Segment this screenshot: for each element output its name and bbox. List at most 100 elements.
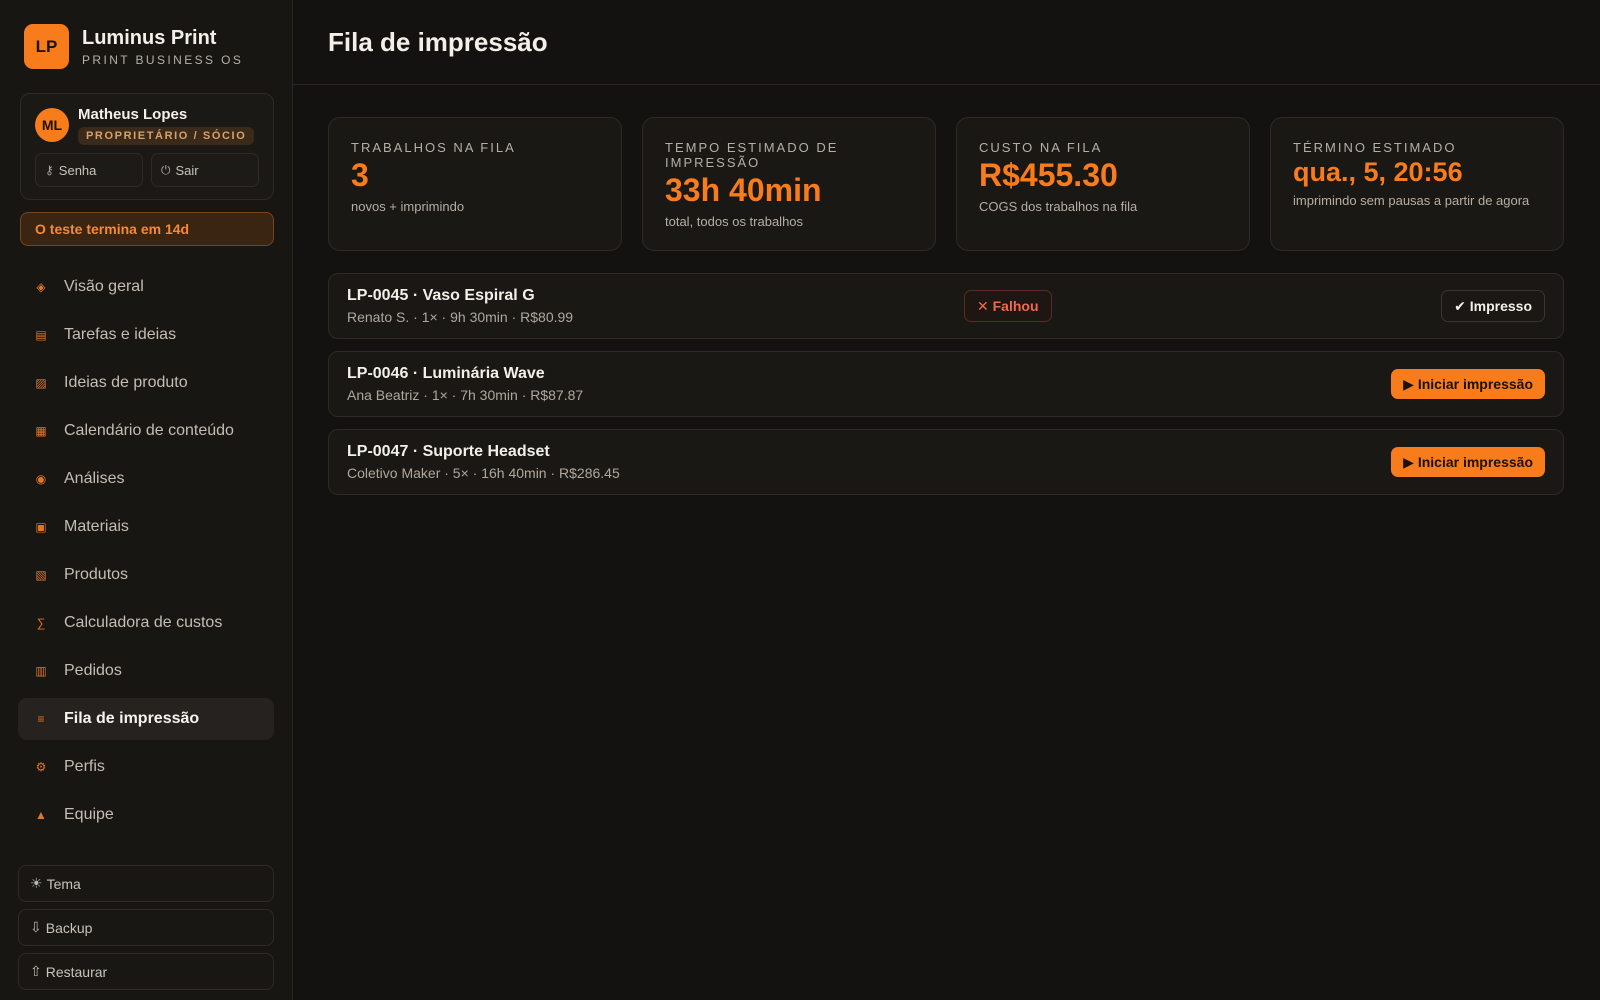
theme-button[interactable]: ☀ Tema bbox=[18, 865, 274, 902]
failed-status-badge[interactable]: ✕ Falhou bbox=[964, 290, 1052, 322]
sidebar-item-label: Perfis bbox=[64, 758, 105, 775]
job-info: LP-0045 · Vaso Espiral G Renato S. · 1× … bbox=[347, 287, 573, 325]
power-icon: ⏻ bbox=[161, 162, 171, 177]
key-icon: ⚷ bbox=[45, 163, 54, 177]
brand-name: Luminus Print bbox=[82, 26, 217, 49]
stat-label: TÉRMINO ESTIMADO bbox=[1293, 140, 1457, 155]
stat-value: qua., 5, 20:56 bbox=[1293, 157, 1463, 187]
brand-logo: LP bbox=[24, 24, 69, 69]
stat-card-cost: CUSTO NA FILA R$455.30 COGS dos trabalho… bbox=[956, 117, 1250, 251]
stat-card-finish: TÉRMINO ESTIMADO qua., 5, 20:56 imprimin… bbox=[1270, 117, 1564, 251]
logout-button[interactable]: ⏻ Sair bbox=[151, 153, 259, 187]
sidebar-item-label: Produtos bbox=[64, 566, 129, 583]
queue-icon: ≡ bbox=[37, 712, 45, 726]
user-info: Matheus Lopes PROPRIETÁRIO / SÓCIO bbox=[78, 106, 255, 145]
stat-value: 33h 40min bbox=[665, 172, 822, 208]
brand[interactable]: LP Luminus Print PRINT BUSINESS OS bbox=[24, 24, 274, 69]
download-icon: ⇩ bbox=[30, 919, 42, 935]
sidebar-item-calculadora[interactable]: ∑ Calculadora de custos bbox=[18, 602, 274, 644]
sidebar-item-label: Análises bbox=[64, 470, 125, 487]
job-info: LP-0046 · Luminária Wave Ana Beatriz · 1… bbox=[347, 365, 583, 403]
stat-card-time: TEMPO ESTIMADO DE IMPRESSÃO 33h 40min to… bbox=[642, 117, 936, 251]
stat-label: TRABALHOS NA FILA bbox=[351, 140, 516, 155]
job-meta: Renato S. · 1× · 9h 30min · R$80.99 bbox=[347, 309, 574, 325]
job-actions: ✔ Impresso bbox=[1441, 290, 1545, 322]
sidebar-item-label: Equipe bbox=[64, 806, 114, 823]
material-icon: ▣ bbox=[35, 520, 47, 534]
user-actions: ⚷ Senha ⏻ Sair bbox=[35, 153, 259, 187]
trial-banner[interactable]: O teste termina em 14d bbox=[20, 212, 274, 246]
job-actions: ▶ Iniciar impressão bbox=[1391, 369, 1545, 399]
sidebar-item-equipe[interactable]: ▲ Equipe bbox=[18, 794, 274, 836]
job-title: LP-0046 · Luminária Wave bbox=[347, 365, 545, 382]
sidebar-item-pedidos[interactable]: ▥ Pedidos bbox=[18, 650, 274, 692]
sidebar-item-label: Calendário de conteúdo bbox=[64, 422, 234, 439]
printed-button[interactable]: ✔ Impresso bbox=[1441, 290, 1545, 322]
job-meta: Coletivo Maker · 5× · 16h 40min · R$286.… bbox=[347, 465, 620, 481]
user-name: Matheus Lopes bbox=[78, 106, 188, 123]
upload-icon: ⇧ bbox=[30, 963, 42, 979]
stat-label: CUSTO NA FILA bbox=[979, 140, 1103, 155]
box-icon: ▧ bbox=[35, 568, 47, 582]
sidebar-item-materiais[interactable]: ▣ Materiais bbox=[18, 506, 274, 548]
stat-value: R$455.30 bbox=[979, 157, 1118, 193]
sidebar-item-label: Pedidos bbox=[64, 662, 122, 679]
sidebar-item-label: Calculadora de custos bbox=[64, 614, 223, 631]
job-title: LP-0047 · Suporte Headset bbox=[347, 443, 550, 460]
team-icon: ▲ bbox=[35, 808, 47, 822]
user-row: ML Matheus Lopes PROPRIETÁRIO / SÓCIO bbox=[35, 106, 259, 145]
gear-icon: ⚙ bbox=[35, 760, 47, 774]
sidebar-item-label: Visão geral bbox=[64, 278, 144, 295]
job-info: LP-0047 · Suporte Headset Coletivo Maker… bbox=[347, 443, 620, 481]
sidebar-item-visao-geral[interactable]: ◈ Visão geral bbox=[18, 266, 274, 308]
sidebar-item-tarefas[interactable]: ▤ Tarefas e ideias bbox=[18, 314, 274, 356]
page-title: Fila de impressão bbox=[328, 26, 548, 57]
backup-button[interactable]: ⇩ Backup bbox=[18, 909, 274, 946]
sidebar-item-perfis[interactable]: ⚙ Perfis bbox=[18, 746, 274, 788]
app-root: LP Luminus Print PRINT BUSINESS OS ML Ma… bbox=[0, 0, 1600, 1000]
sidebar-item-calendario[interactable]: ▦ Calendário de conteúdo bbox=[18, 410, 274, 452]
diamond-icon: ◈ bbox=[36, 280, 46, 294]
theme-button-label: Tema bbox=[46, 875, 81, 892]
sun-icon: ☀ bbox=[30, 875, 43, 891]
role-badge: PROPRIETÁRIO / SÓCIO bbox=[78, 127, 255, 145]
password-button[interactable]: ⚷ Senha bbox=[35, 153, 143, 187]
stat-subtext: imprimindo sem pausas a partir de agora bbox=[1293, 193, 1530, 208]
orders-icon: ▥ bbox=[35, 664, 47, 678]
sidebar-item-analises[interactable]: ◉ Análises bbox=[18, 458, 274, 500]
list-icon: ▤ bbox=[35, 328, 47, 342]
job-meta: Ana Beatriz · 1× · 7h 30min · R$87.87 bbox=[347, 387, 584, 403]
sidebar: LP Luminus Print PRINT BUSINESS OS ML Ma… bbox=[0, 0, 293, 1000]
job-row: LP-0047 · Suporte Headset Coletivo Maker… bbox=[328, 429, 1564, 495]
sidebar-nav: ◈ Visão geral ▤ Tarefas e ideias ▨ Ideia… bbox=[18, 266, 274, 836]
job-row: LP-0046 · Luminária Wave Ana Beatriz · 1… bbox=[328, 351, 1564, 417]
sidebar-item-label: Ideias de produto bbox=[64, 374, 188, 391]
backup-button-label: Backup bbox=[45, 919, 93, 936]
brand-subtitle: PRINT BUSINESS OS bbox=[82, 52, 244, 67]
user-card: ML Matheus Lopes PROPRIETÁRIO / SÓCIO ⚷ … bbox=[20, 93, 274, 200]
start-print-button[interactable]: ▶ Iniciar impressão bbox=[1391, 369, 1545, 399]
password-button-label: Senha bbox=[58, 162, 97, 178]
sidebar-footer: ☀ Tema ⇩ Backup ⇧ Restaurar bbox=[18, 865, 274, 997]
stats-row: TRABALHOS NA FILA 3 novos + imprimindo T… bbox=[328, 117, 1600, 251]
sidebar-item-label: Tarefas e ideias bbox=[64, 326, 177, 343]
job-actions: ▶ Iniciar impressão bbox=[1391, 447, 1545, 477]
sidebar-item-fila-impressao[interactable]: ≡ Fila de impressão bbox=[18, 698, 274, 740]
stat-subtext: total, todos os trabalhos bbox=[665, 214, 804, 229]
brand-text: Luminus Print PRINT BUSINESS OS bbox=[82, 27, 243, 67]
restore-button[interactable]: ⇧ Restaurar bbox=[18, 953, 274, 990]
sidebar-item-label: Materiais bbox=[64, 518, 129, 535]
calendar-icon: ▦ bbox=[35, 424, 47, 438]
restore-button-label: Restaurar bbox=[45, 963, 108, 980]
start-print-button[interactable]: ▶ Iniciar impressão bbox=[1391, 447, 1545, 477]
sum-icon: ∑ bbox=[36, 616, 46, 630]
topbar: Fila de impressão bbox=[293, 0, 1600, 85]
sidebar-item-produtos[interactable]: ▧ Produtos bbox=[18, 554, 274, 596]
logout-button-label: Sair bbox=[175, 162, 199, 178]
sidebar-item-ideias-produto[interactable]: ▨ Ideias de produto bbox=[18, 362, 274, 404]
chart-icon: ◉ bbox=[35, 472, 47, 486]
avatar: ML bbox=[35, 108, 69, 142]
stat-subtext: COGS dos trabalhos na fila bbox=[979, 199, 1138, 214]
main-content: Fila de impressão TRABALHOS NA FILA 3 no… bbox=[293, 0, 1600, 1000]
grid-icon: ▨ bbox=[35, 376, 47, 390]
